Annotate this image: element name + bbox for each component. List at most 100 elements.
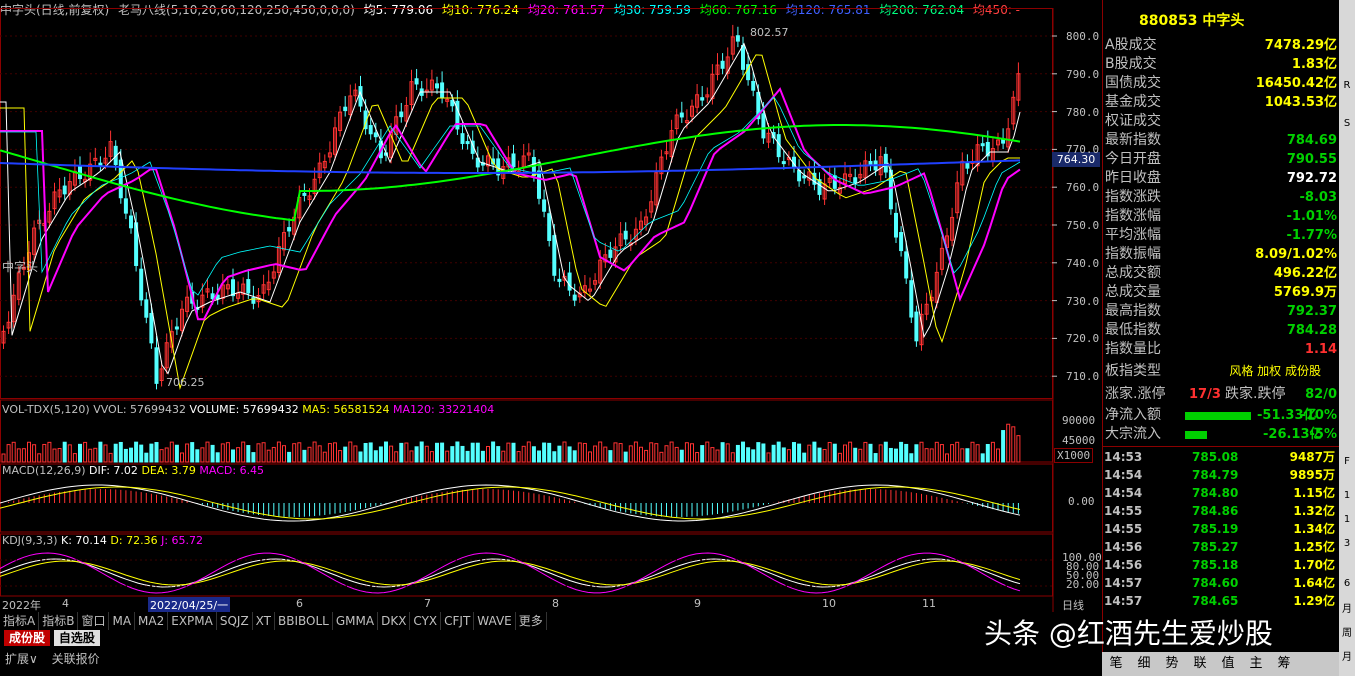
- volume-bar: [292, 443, 297, 463]
- trade-time: 14:57: [1104, 594, 1143, 608]
- tab-main[interactable]: 主: [1242, 652, 1270, 676]
- toolbar-item[interactable]: BBIBOLL: [275, 612, 333, 630]
- volume-bar: [486, 445, 490, 463]
- quote-row: 最新指数 784.69: [1105, 131, 1339, 150]
- strip-item[interactable]: 月: [1339, 600, 1355, 615]
- volume-bar: [934, 441, 939, 463]
- toolbar-item[interactable]: MA2: [135, 612, 169, 630]
- strip-item[interactable]: 周: [1339, 624, 1355, 639]
- tab-expand[interactable]: 扩展∨: [0, 651, 43, 667]
- toolbar-item[interactable]: 更多: [516, 612, 547, 630]
- volume-bar: [751, 449, 756, 463]
- strip-item[interactable]: S: [1339, 118, 1355, 129]
- vol-axis-unit: X1000: [1054, 448, 1094, 463]
- volume-bar: [792, 442, 796, 463]
- candle-body: [210, 293, 215, 300]
- volume-bar: [766, 452, 771, 463]
- trade-amount: 1.34亿: [1293, 522, 1335, 536]
- candle-body: [853, 177, 858, 184]
- volume-bar: [501, 450, 506, 463]
- toolbar-item[interactable]: SQJZ: [217, 612, 253, 630]
- candle-body: [343, 106, 348, 112]
- trade-amount: 1.64亿: [1293, 576, 1335, 590]
- volume-bar: [414, 446, 419, 463]
- volume-bar: [480, 450, 485, 463]
- tab-ticks[interactable]: 笔: [1102, 652, 1130, 676]
- volume-bar: [419, 441, 424, 463]
- tab-related-quotes[interactable]: 关联报价: [47, 651, 105, 667]
- toolbar-item[interactable]: CYX: [410, 612, 442, 630]
- volume-bar: [220, 443, 225, 463]
- volume-bar: [190, 442, 195, 463]
- toolbar-item[interactable]: 指标B: [39, 612, 79, 630]
- toolbar-item[interactable]: MA: [109, 612, 136, 630]
- volume-bar: [88, 448, 93, 463]
- toolbar-item[interactable]: DKX: [378, 612, 411, 630]
- toolbar-item[interactable]: GMMA: [333, 612, 379, 630]
- tab-trend[interactable]: 势: [1158, 652, 1186, 676]
- tab-components[interactable]: 成份股: [4, 630, 51, 646]
- netflow-label: 净流入额: [1105, 407, 1161, 423]
- macd-name: MACD(12,26,9): [2, 464, 86, 477]
- toolbar-item[interactable]: EXPMA: [168, 612, 217, 630]
- candle-body: [251, 297, 256, 304]
- toolbar-item[interactable]: 指标A: [0, 612, 40, 630]
- toolbar-item[interactable]: XT: [253, 612, 276, 630]
- volume-bar: [633, 441, 638, 463]
- volume-bar: [649, 442, 654, 463]
- volume-bar: [888, 447, 893, 463]
- macd-macd: MACD: 6.45: [199, 464, 265, 477]
- toolbar-item[interactable]: WAVE: [474, 612, 516, 630]
- board-type-value[interactable]: 风格 加权 成份股: [1229, 362, 1321, 381]
- strip-item[interactable]: 月: [1339, 648, 1355, 663]
- strip-item[interactable]: R: [1339, 80, 1355, 91]
- volume-bar: [261, 442, 266, 463]
- volume-bar: [572, 450, 577, 463]
- strip-item[interactable]: 1: [1339, 490, 1355, 501]
- tab-watchlist[interactable]: 自选股: [53, 630, 100, 646]
- candle-body: [980, 143, 985, 147]
- volume-bar: [955, 441, 960, 463]
- strip-item[interactable]: 1: [1339, 514, 1355, 525]
- volume-bar: [679, 449, 684, 463]
- quote-row: 总成交量 5769.9万: [1105, 283, 1339, 302]
- kline-chart[interactable]: [0, 8, 1102, 612]
- toolbar-item[interactable]: CFJT: [441, 612, 475, 630]
- trade-row: 14:57 784.60 1.64亿: [1102, 574, 1339, 592]
- tab-chips[interactable]: 筹: [1270, 652, 1298, 676]
- candle-body: [537, 170, 541, 199]
- volume-bar: [154, 442, 159, 463]
- volume-bar: [368, 442, 373, 463]
- volume-bar: [608, 450, 613, 463]
- quote-row-label: 总成交量: [1105, 284, 1161, 300]
- tab-detail[interactable]: 细: [1130, 652, 1158, 676]
- period-label[interactable]: 日线: [1062, 597, 1084, 613]
- candle-body: [914, 311, 919, 342]
- month-4: 4: [62, 597, 69, 610]
- macd-axis-zero: 0.00: [1068, 495, 1095, 508]
- volume-bar: [531, 446, 536, 463]
- strip-item[interactable]: 6: [1339, 578, 1355, 589]
- price-tick: 790.0: [1066, 67, 1100, 81]
- strip-item[interactable]: 3: [1339, 538, 1355, 549]
- trade-amount: 1.29亿: [1293, 594, 1335, 608]
- quote-row-label: 指数振幅: [1105, 246, 1161, 262]
- candle-body: [761, 113, 766, 139]
- price-panel-frame: [0, 8, 1053, 399]
- volume-bar: [899, 441, 904, 463]
- strip-item[interactable]: F: [1339, 456, 1355, 467]
- volume-bar: [537, 450, 541, 463]
- quote-row-value: 7478.29亿: [1264, 38, 1337, 53]
- bigflow-bar: [1185, 431, 1207, 439]
- tab-value[interactable]: 值: [1214, 652, 1242, 676]
- price-tick: 800.0: [1066, 30, 1100, 43]
- netflow-pct: -10%: [1300, 408, 1337, 423]
- toolbar-item[interactable]: 窗口: [78, 612, 110, 630]
- volume-bar: [1016, 435, 1021, 463]
- volume-bar: [491, 441, 496, 463]
- candle-body: [720, 60, 725, 69]
- candle-body: [98, 162, 103, 166]
- volume-bar: [990, 441, 995, 463]
- volume-bar: [353, 445, 358, 463]
- tab-linked[interactable]: 联: [1186, 652, 1214, 676]
